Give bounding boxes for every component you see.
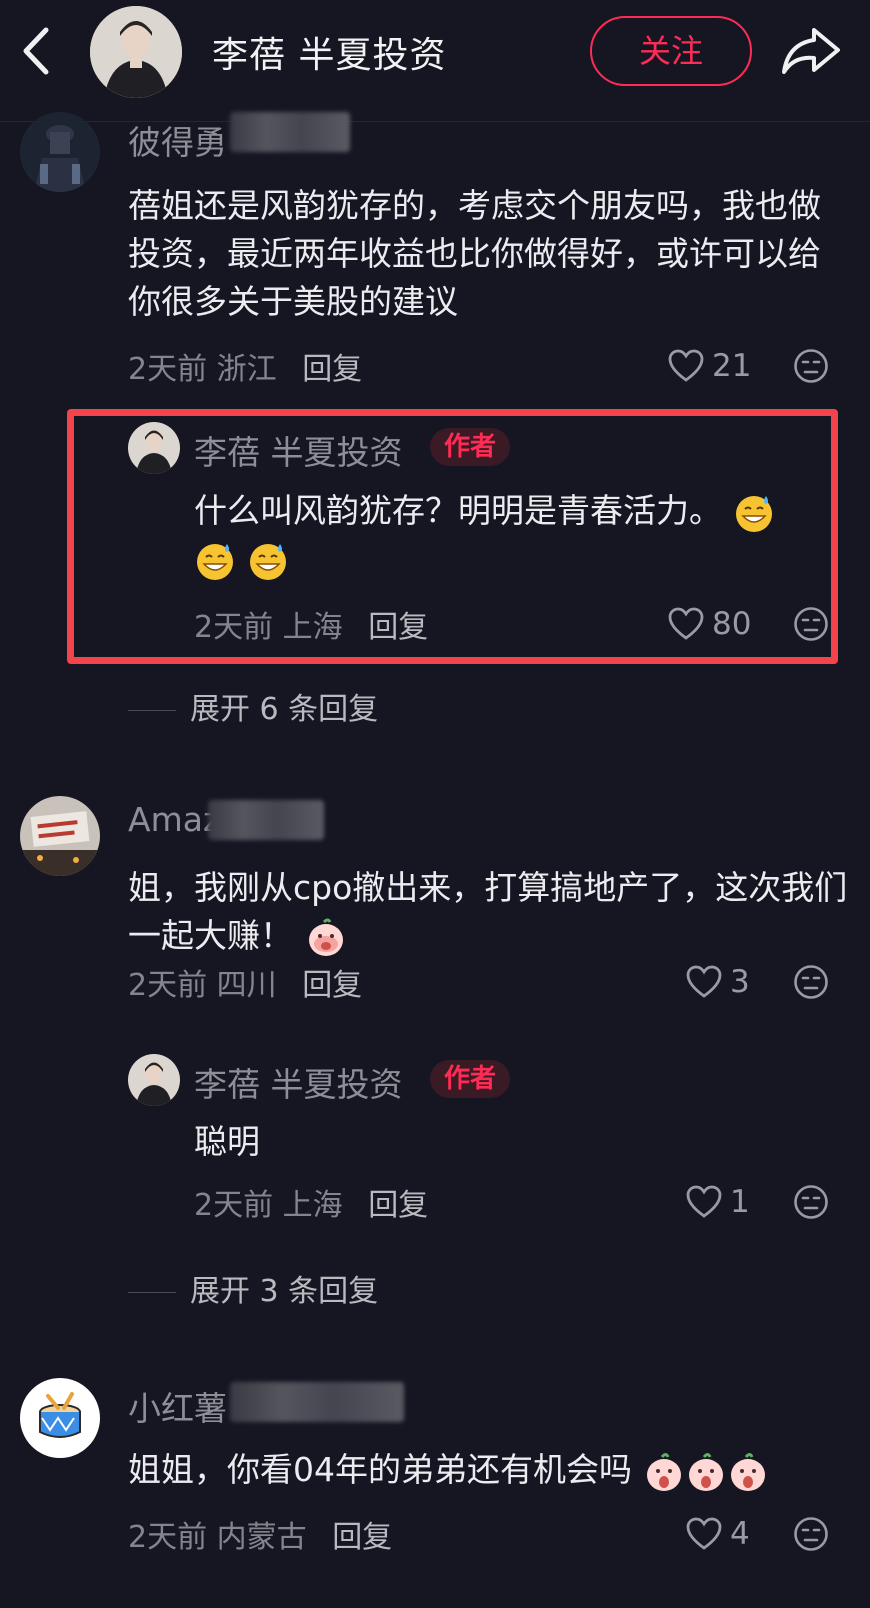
shocked-face-emoji-icon — [730, 1452, 765, 1491]
like-count: 3 — [730, 964, 750, 1000]
chevron-left-icon — [23, 27, 49, 75]
expand-label: 展开 6 条回复 — [190, 692, 379, 727]
comment-meta: 2天前 内蒙古 回复 — [128, 1512, 392, 1556]
commenter-avatar[interactable] — [20, 1378, 100, 1458]
author-badge: 作者 — [430, 1060, 511, 1098]
reply-meta: 2天前 上海 回复 — [194, 1180, 428, 1224]
face-palm-emoji-icon — [308, 918, 343, 956]
dislike-button[interactable] — [793, 348, 829, 384]
expand-replies-button[interactable]: 展开 6 条回复 — [128, 684, 378, 728]
meh-face-icon — [794, 349, 828, 383]
like-count: 1 — [730, 1184, 750, 1220]
like-count: 21 — [712, 348, 752, 384]
reply-button[interactable]: 回复 — [368, 1188, 428, 1223]
dislike-button[interactable] — [793, 1184, 829, 1220]
commenter-avatar[interactable] — [20, 112, 100, 192]
comment-location: 内蒙古 — [216, 1520, 307, 1555]
dislike-button[interactable] — [793, 1516, 829, 1552]
expand-divider-line — [128, 1292, 176, 1293]
expand-label: 展开 3 条回复 — [190, 1274, 379, 1309]
comment-text-content: 姐姐，你看04年的弟弟还有机会吗 — [128, 1450, 632, 1489]
heart-icon — [668, 349, 704, 382]
heart-icon — [686, 1517, 722, 1550]
comment-text: 姐，我刚从cpo撤出来，打算搞地产了，这次我们一起大赚！ — [128, 864, 850, 960]
comment-location: 四川 — [216, 968, 277, 1003]
comment-time: 2天前 — [128, 968, 208, 1003]
heart-icon — [686, 965, 722, 998]
dislike-button[interactable] — [793, 964, 829, 1000]
heart-icon — [686, 1185, 722, 1218]
share-button[interactable] — [780, 24, 842, 78]
comment-meta: 2天前 浙江 回复 — [128, 344, 362, 388]
reply-button[interactable]: 回复 — [302, 352, 362, 387]
reply-location: 上海 — [282, 1188, 343, 1223]
highlight-box — [67, 409, 838, 664]
comment-text: 姐姐，你看04年的弟弟还有机会吗 — [128, 1446, 850, 1494]
like-button[interactable]: 21 — [668, 346, 751, 386]
like-button[interactable]: 1 — [686, 1182, 750, 1222]
meh-face-icon — [794, 965, 828, 999]
like-button[interactable]: 4 — [686, 1514, 750, 1554]
comment-time: 2天前 — [128, 352, 208, 387]
commenter-avatar[interactable] — [20, 796, 100, 876]
expand-replies-button[interactable]: 展开 3 条回复 — [128, 1266, 378, 1310]
replier-avatar[interactable] — [128, 1054, 180, 1106]
comment-time: 2天前 — [128, 1520, 208, 1555]
commenter-name[interactable]: 小红薯 — [128, 1382, 227, 1430]
top-bar: 李蓓 半夏投资 关注 — [0, 0, 870, 122]
author-name[interactable]: 李蓓 半夏投资 — [212, 26, 446, 78]
meh-face-icon — [794, 1185, 828, 1219]
follow-button[interactable]: 关注 — [590, 16, 752, 86]
comment-text: 蓓姐还是风韵犹存的，考虑交个朋友吗，我也做投资，最近两年收益也比你做得好，或许可… — [128, 186, 821, 321]
shocked-face-emoji-icon — [646, 1452, 681, 1491]
comment-meta: 2天前 四川 回复 — [128, 960, 362, 1004]
comment-location: 浙江 — [216, 352, 277, 387]
like-count: 4 — [730, 1516, 750, 1552]
comment-text-content: 姐，我刚从cpo撤出来，打算搞地产了，这次我们一起大赚！ — [128, 868, 848, 955]
meh-face-icon — [794, 1517, 828, 1551]
back-button[interactable] — [16, 24, 66, 78]
reply-button[interactable]: 回复 — [302, 968, 362, 1003]
blurred-name-mask — [230, 112, 350, 152]
blurred-name-mask — [208, 800, 324, 840]
reply-text: 聪明 — [194, 1122, 260, 1161]
share-arrow-icon — [782, 28, 840, 74]
commenter-name[interactable]: Amaz — [128, 800, 220, 839]
like-button[interactable]: 3 — [686, 962, 750, 1002]
shocked-face-emoji-icon — [688, 1452, 723, 1491]
replier-name[interactable]: 李蓓 半夏投资 — [194, 1058, 403, 1106]
author-avatar[interactable] — [90, 6, 182, 98]
reply-button[interactable]: 回复 — [332, 1520, 392, 1555]
expand-divider-line — [128, 710, 176, 711]
commenter-name[interactable]: 彼得勇 — [128, 116, 227, 164]
blurred-name-mask — [230, 1382, 404, 1422]
reply-time: 2天前 — [194, 1188, 274, 1223]
